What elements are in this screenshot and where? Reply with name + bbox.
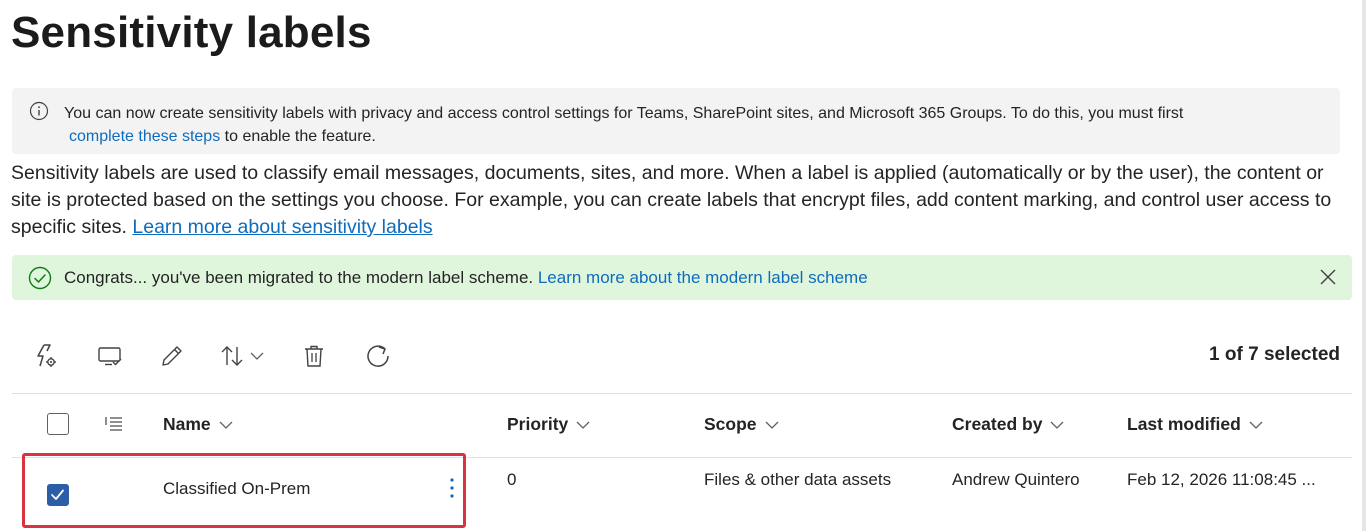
chevron-down-icon (765, 421, 778, 429)
checkmark-icon (51, 489, 64, 500)
info-banner-text: You can now create sensitivity labels wi… (64, 105, 1184, 122)
flash-gear-icon (37, 344, 56, 367)
delete-button[interactable] (296, 338, 332, 374)
select-all-checkbox[interactable] (47, 413, 69, 435)
info-banner-text-line2: complete these steps to enable the featu… (69, 125, 376, 149)
table-header: Name Priority Scope Created by Last modi… (12, 394, 1352, 457)
column-header-priority-label: Priority (507, 414, 569, 434)
info-icon (29, 101, 49, 121)
info-banner-suffix: to enable the feature. (220, 128, 376, 145)
monitor-check-icon (98, 347, 122, 366)
label-policies-button[interactable] (28, 338, 64, 374)
success-banner: Congrats... you've been migrated to the … (12, 255, 1352, 300)
row-scope: Files & other data assets (704, 470, 892, 489)
page-title: Sensitivity labels (11, 8, 372, 57)
sensitivity-labels-page: Sensitivity labels You can now create se… (0, 0, 1366, 531)
chevron-down-icon (576, 421, 590, 429)
pencil-icon (162, 346, 182, 366)
check-circle-icon (28, 266, 52, 290)
sort-arrows-icon (221, 346, 243, 366)
chevron-down-icon (250, 352, 264, 360)
row-priority: 0 (507, 470, 517, 489)
edit-button[interactable] (154, 338, 190, 374)
more-options-icon[interactable] (444, 475, 460, 503)
column-header-name[interactable]: Name (163, 414, 233, 435)
row-last-modified: Feb 12, 2026 11:08:45 ... (1127, 470, 1316, 489)
row-created-by: Andrew Quintero (952, 470, 1080, 489)
column-header-created-by[interactable]: Created by (952, 414, 1064, 435)
learn-more-sensitivity-labels-link[interactable]: Learn more about sensitivity labels (132, 216, 432, 238)
column-header-last-modified-label: Last modified (1127, 414, 1241, 434)
chevron-down-icon (219, 421, 233, 429)
table-row[interactable]: Classified On-Prem 0 Files & other data … (12, 458, 1352, 531)
chevron-down-icon (1249, 421, 1263, 429)
complete-steps-link[interactable]: complete these steps (69, 128, 220, 145)
row-checkbox[interactable] (47, 484, 69, 506)
info-banner: You can now create sensitivity labels wi… (12, 88, 1340, 154)
success-banner-text: Congrats... you've been migrated to the … (64, 267, 868, 289)
column-header-created-by-label: Created by (952, 414, 1043, 434)
column-header-scope[interactable]: Scope (704, 414, 779, 435)
success-message: Congrats... you've been migrated to the … (64, 268, 538, 287)
column-header-priority[interactable]: Priority (507, 414, 590, 435)
column-header-scope-label: Scope (704, 414, 757, 434)
refresh-icon (367, 345, 389, 367)
vertical-scrollbar[interactable] (1362, 0, 1366, 531)
column-header-name-label: Name (163, 414, 211, 434)
column-header-last-modified[interactable]: Last modified (1127, 414, 1263, 435)
list-view-icon[interactable] (104, 415, 124, 433)
refresh-button[interactable] (360, 338, 396, 374)
selection-status: 1 of 7 selected (1209, 344, 1340, 365)
chevron-down-icon (1050, 421, 1064, 429)
close-icon[interactable] (1318, 267, 1338, 287)
page-description: Sensitivity labels are used to classify … (11, 160, 1351, 241)
learn-more-modern-scheme-link[interactable]: Learn more about the modern label scheme (538, 268, 868, 287)
row-name[interactable]: Classified On-Prem (163, 479, 310, 499)
trash-icon (305, 345, 323, 367)
sort-button[interactable] (214, 338, 270, 374)
publish-button[interactable] (92, 338, 128, 374)
